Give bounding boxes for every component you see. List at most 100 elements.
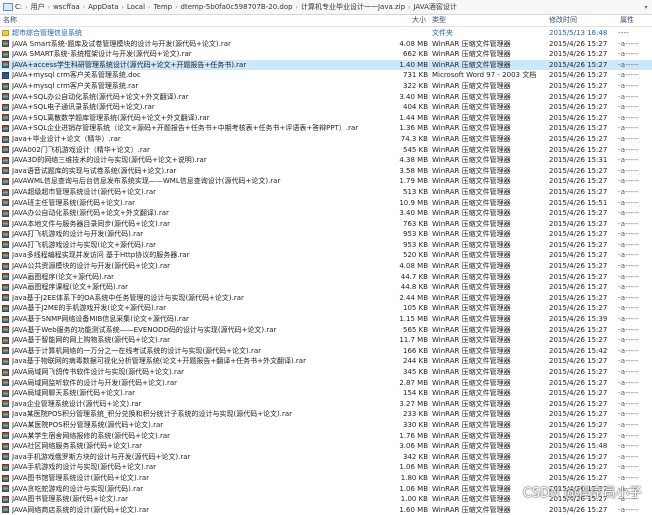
breadcrumb-item[interactable]: JAVA酒窖设计 xyxy=(413,2,456,12)
file-size: 404 KB xyxy=(403,103,428,112)
breadcrumb-item[interactable]: 计算机专业毕业设计一一Java.zip xyxy=(301,2,405,12)
file-row[interactable]: Java手机游戏俄罗斯方块的设计与开发(源代码+论文).rar 342 KB Win… xyxy=(0,452,652,463)
file-row[interactable]: JAVA班主任管理系统(源代码+论文).rar 10.9 MB WinRAR 压缩文… xyxy=(0,198,652,209)
file-row[interactable]: JAVAWML信息查询与后台信息发布系统实现——WML信息查询设计(源代码+论文… xyxy=(0,176,652,187)
file-row[interactable]: JAVA基于J2ME的手机游戏开发(论文+源代码).rar 105 KB WinRA… xyxy=(0,303,652,314)
file-size: 244 KB xyxy=(403,357,428,366)
file-row[interactable]: JAVA打飞机游戏的设计与开发(源代码).rar 953 KB WinRAR 压缩文… xyxy=(0,229,652,240)
column-header-attr[interactable]: 属性 xyxy=(620,15,634,25)
file-name: JAVA局域网聊天系统(源代码+论文).rar xyxy=(12,389,136,398)
file-row[interactable]: Java语音试题库的实现与试卷系统(源代码+论文).rar 3.58 MB WinR… xyxy=(0,166,652,177)
chevron-right-icon[interactable]: › xyxy=(296,4,298,11)
rar-icon xyxy=(2,40,9,48)
column-header-type[interactable]: 类型 xyxy=(432,15,446,25)
file-row[interactable]: JAVA某学生宿舍网络报修的系统(源代码+论文).rar 1.76 MB WinRA… xyxy=(0,431,652,442)
file-type: WinRAR 压缩文件管理器 xyxy=(432,39,511,48)
breadcrumb-item[interactable]: dtemp-5b0fa0c598707B-20.dop xyxy=(181,3,293,11)
file-row[interactable]: Java多线程编程实现并发访问 基于Http协议的服务器.rar 520 KB Wi… xyxy=(0,250,652,261)
file-row[interactable]: Java基于物联网的病毒数据可视化分析管理系统(论文+开题报告+翻译+任务书+外… xyxy=(0,356,652,367)
file-row[interactable]: JAVA基于SNMP网络设备MIB信息采集(论文+源代码).rar 1.15 MB… xyxy=(0,314,652,325)
file-row[interactable]: JAVA画图程序课程(论文+源代码).rar 44.8 KB WinRAR 压缩文件… xyxy=(0,282,652,293)
rar-icon xyxy=(2,379,9,387)
file-row[interactable]: Java企业管理系统设计(源代码+论文).rar 3.27 MB WinRAR 压缩… xyxy=(0,399,652,410)
file-type: WinRAR 压缩文件管理器 xyxy=(432,315,511,324)
file-name: JAVA+mysql crm客户关系管理系统.doc xyxy=(12,71,141,80)
chevron-right-icon[interactable]: › xyxy=(83,4,85,11)
file-size: 11.7 MB xyxy=(399,336,428,345)
breadcrumb-item[interactable]: C: xyxy=(15,3,22,11)
file-row[interactable]: JAVA基于智能网的网上购物系统(源代码+论文).rar 11.7 MB WinRA… xyxy=(0,335,652,346)
file-row[interactable]: JAVA+mysql crm客户关系管理系统.rar 322 KB WinRAR 压… xyxy=(0,81,652,92)
chevron-right-icon[interactable]: › xyxy=(25,4,27,11)
column-header-size[interactable]: 大小 xyxy=(412,15,426,25)
file-date: 2015/4/26 15:27 xyxy=(549,272,608,281)
file-attributes: -a----- xyxy=(618,262,639,271)
breadcrumb-item[interactable]: AppData xyxy=(88,3,118,11)
file-size: 330 KB xyxy=(403,420,428,429)
file-row[interactable]: JAVA社区网络服务系统(源代码+论文).rar 3.06 MB WinRAR 压缩… xyxy=(0,441,652,452)
file-attributes: -a----- xyxy=(618,325,639,334)
breadcrumb-item[interactable]: 用户 xyxy=(31,2,45,12)
column-header-name[interactable]: 名称 xyxy=(3,15,17,25)
file-row[interactable]: JAVA打飞机游戏设计与实现(论文+源代码).rar 953 KB WinRAR 压… xyxy=(0,240,652,251)
file-row[interactable]: JAVA基于Web服务的功能测试系统——EVENODD码的设计与实现(源代码+论… xyxy=(0,325,652,336)
breadcrumb[interactable]: C: › 用户 › wscffaa › AppData › Local › Temp › dtemp-5… xyxy=(15,2,457,12)
file-name: JAVA+mysql crm客户关系管理系统.rar xyxy=(12,81,139,90)
column-header-date[interactable]: 修改时间 xyxy=(549,15,577,25)
file-date: 2015/4/26 15:51 xyxy=(549,198,608,207)
file-type: WinRAR 压缩文件管理器 xyxy=(432,357,511,366)
file-attributes: -a----- xyxy=(618,272,639,281)
file-row[interactable]: JAVA局域网聊天系统(源代码+论文).rar 154 KB WinRAR 压缩文件… xyxy=(0,388,652,399)
chevron-down-icon[interactable]: ▾ xyxy=(640,4,652,11)
file-row[interactable]: JAVA网络商店系统的设计(源代码+论文).rar 1.60 MB WinRAR 压… xyxy=(0,505,652,515)
file-row[interactable]: JAVA+SQL离散数学题库管理系统(源代码+论文+外文翻译).rar 1.44 … xyxy=(0,113,652,124)
chevron-right-icon[interactable]: › xyxy=(48,4,50,11)
file-name: JAVA SMART系统-系统框架设计与开发(源代码+论文).rar xyxy=(12,50,192,59)
file-row[interactable]: JAVA公共资源模块的设计与开发(源代码+论文).rar 4.08 MB WinRA… xyxy=(0,261,652,272)
file-attributes: -a----- xyxy=(618,505,639,514)
rar-icon xyxy=(2,114,9,122)
file-row[interactable]: JAVA+mysql crm客户关系管理系统.doc 731 KB Microsof… xyxy=(0,70,652,81)
file-size: 1.36 MB xyxy=(399,124,428,133)
chevron-right-icon[interactable]: › xyxy=(148,4,150,11)
address-bar[interactable]: C: › 用户 › wscffaa › AppData › Local › Temp › dtemp-5… xyxy=(0,0,652,15)
file-name: Java多线程编程实现并发访问 基于Http协议的服务器.rar xyxy=(12,251,190,260)
file-row[interactable]: JAVA+SQL办公自动化系统(源代码+论文+外文翻译).rar 3.40 MB W… xyxy=(0,92,652,103)
chevron-right-icon[interactable]: › xyxy=(121,4,123,11)
breadcrumb-item[interactable]: Local xyxy=(127,3,145,11)
file-row[interactable]: JAVA基于计算机网络的一万分之一在线考试系统的设计与实现(源代码+论文).ra… xyxy=(0,346,652,357)
chevron-right-icon[interactable]: › xyxy=(408,4,410,11)
file-row[interactable]: JAVA某医院POS积分管理系统(源代码+论文).rar 330 KB WinRAR… xyxy=(0,420,652,431)
file-row[interactable]: JAVA SMART系统-系统框架设计与开发(源代码+论文).rar 662 KB… xyxy=(0,49,652,60)
file-row[interactable]: Java基于J2EE体系下的OA系统中任务管理的设计与实现(源代码+论文).ra… xyxy=(0,293,652,304)
file-row[interactable]: JAVA002门飞机游戏设计（精华+论文）.rar 545 KB WinRAR 压缩… xyxy=(0,145,652,156)
file-row[interactable]: JAVA3D的网络三维技术的设计与实现(源代码+论文+说明).rar 4.38 M… xyxy=(0,155,652,166)
file-row[interactable]: 超市综合管理信息系统 文件夹 2015/5/13 16:48 ---- xyxy=(0,28,652,39)
file-row[interactable]: JAVA Smart系统-题库及试卷管理模块的设计与开发(源代码+论文).rar… xyxy=(0,39,652,50)
file-row[interactable]: JAVA本地文件与服务器目录同步(源代码+论文).rar 763 KB WinRAR… xyxy=(0,219,652,230)
file-name: JAVA手机游戏的设计与实现(源代码+论文).rar xyxy=(12,463,157,472)
chevron-right-icon[interactable]: › xyxy=(175,4,177,11)
file-row[interactable]: JAVA+SQL电子通讯录系统(源代码+论文).rar 404 KB WinRAR … xyxy=(0,102,652,113)
file-attributes: -a----- xyxy=(618,283,639,292)
file-row[interactable]: Java某医院POS积分管理系统_积分兑换和积分统计子系统的设计与实现(源代码+… xyxy=(0,409,652,420)
file-row[interactable]: JAVA+access学生科研管理系统设计(源代码+论文+开题报告+任务书).r… xyxy=(0,59,652,71)
watermark: CSDN @程序员小子 xyxy=(522,486,642,501)
file-type: WinRAR 压缩文件管理器 xyxy=(432,346,511,355)
file-row[interactable]: JAVA局域网飞鸽传书软件设计与实现(源代码+论文).rar 345 KB WinR… xyxy=(0,367,652,378)
file-row[interactable]: JAVA+SQL企业进销存管理系统（论文+源码+开题报告+任务书+中期考核表+任… xyxy=(0,123,652,134)
file-row[interactable]: JAVA手机游戏的设计与实现(源代码+论文).rar 1.06 MB WinRAR … xyxy=(0,462,652,473)
breadcrumb-item[interactable]: wscffaa xyxy=(53,3,80,11)
file-row[interactable]: JAVA局域网监听软件的设计与开发(源代码+论文).rar 2.87 MB WinR… xyxy=(0,378,652,389)
file-date: 2015/4/26 15:27 xyxy=(549,505,608,514)
file-row[interactable]: JAVA办公自动化系统(源代码+论文+外文翻译).rar 3.40 MB WinRA… xyxy=(0,208,652,219)
file-row[interactable]: JAVA画图程序(论文+源代码).rar 44.7 KB WinRAR 压缩文件管理… xyxy=(0,272,652,283)
file-date: 2015/4/26 15:27 xyxy=(549,293,608,302)
file-row[interactable]: Java+毕业设计+论文（精华）.rar 74.3 KB WinRAR 压缩文件管理… xyxy=(0,134,652,145)
file-name: JAVA基于Web服务的功能测试系统——EVENODD码的设计与实现(源代码+论… xyxy=(12,325,277,334)
file-date: 2015/4/26 15:27 xyxy=(549,251,608,260)
breadcrumb-item[interactable]: Temp xyxy=(153,3,172,11)
rar-icon xyxy=(2,410,9,418)
file-attributes: -a----- xyxy=(618,145,639,154)
file-row[interactable]: JAVA超级超市管理系统设计(源代码+论文).rar 513 KB WinRAR 压… xyxy=(0,187,652,198)
